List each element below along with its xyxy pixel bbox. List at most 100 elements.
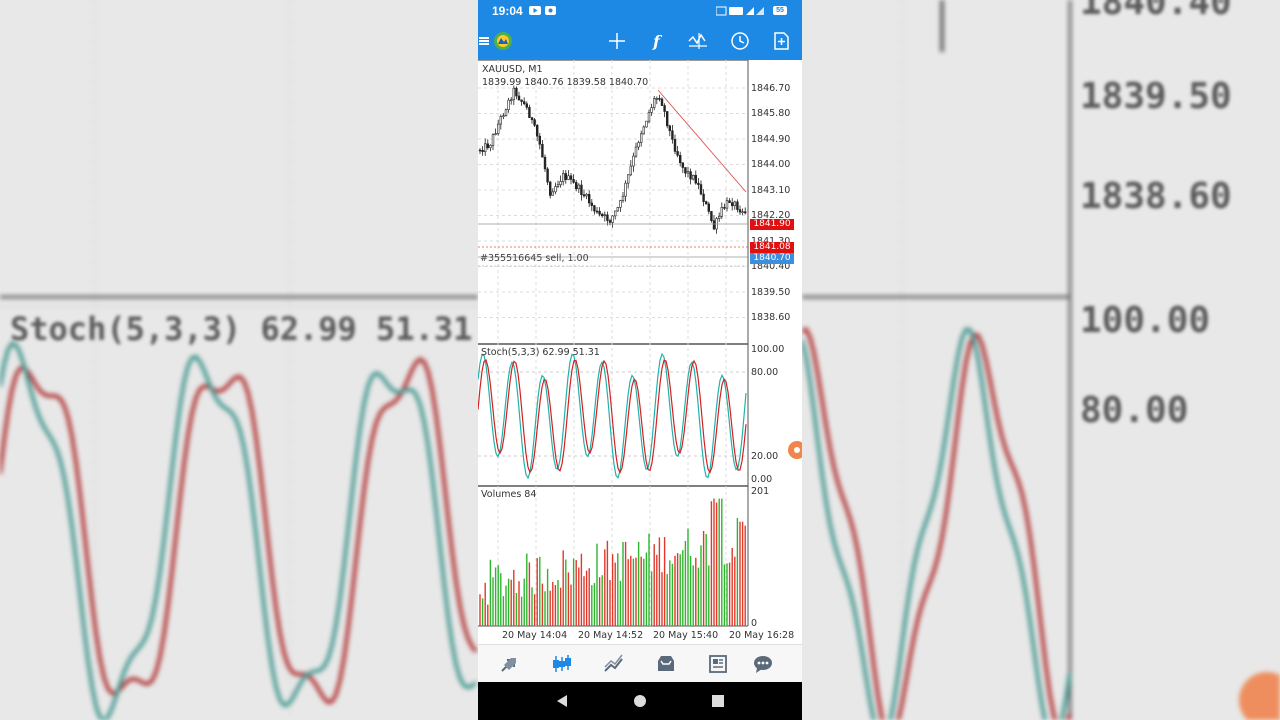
volume-bar <box>715 502 718 626</box>
candle <box>653 98 656 108</box>
price-axis-label: 1843.10 <box>751 185 791 196</box>
volume-bar <box>593 583 596 626</box>
volume-bar <box>617 553 619 626</box>
volume-bar <box>624 541 627 626</box>
volume-bar <box>500 573 502 626</box>
stoch-axis-label: 20.00 <box>751 451 779 462</box>
recents-button[interactable] <box>711 694 725 708</box>
candle <box>718 215 721 219</box>
candle <box>619 200 622 208</box>
volume-bar <box>648 533 650 626</box>
candle <box>684 167 687 174</box>
symbol-label: XAUUSD, M1 <box>482 64 543 75</box>
candle <box>673 139 677 152</box>
notification-icons <box>529 6 556 15</box>
candle <box>559 181 562 186</box>
candle <box>577 184 581 190</box>
volume-bar <box>596 543 598 626</box>
candle <box>697 182 700 185</box>
background-price-label-3: 1838.60 <box>1080 176 1232 217</box>
volume-bar <box>487 604 489 626</box>
price-axis-label: 1844.00 <box>751 159 791 170</box>
candle <box>681 162 684 168</box>
candle <box>489 145 492 149</box>
volume-bar <box>637 541 640 626</box>
volume-bar <box>728 562 731 626</box>
candle <box>720 207 723 217</box>
ohlc-label: 1839.99 1840.76 1839.58 1840.70 <box>482 77 649 88</box>
candle <box>593 205 596 212</box>
function-icon[interactable]: f <box>647 30 669 52</box>
candle <box>525 103 529 108</box>
volume-bar <box>546 568 549 626</box>
volume-bar <box>518 581 520 626</box>
order-label[interactable]: #355516645 sell, 1.00 <box>480 253 589 264</box>
candle <box>564 173 568 180</box>
volume-bar <box>640 556 642 626</box>
candle <box>541 143 544 158</box>
volume-bar <box>635 557 637 626</box>
timeframe-icon[interactable] <box>729 30 751 52</box>
volume-bar <box>611 554 614 626</box>
candle <box>494 133 497 135</box>
chat-icon[interactable] <box>752 653 774 675</box>
news-icon[interactable] <box>707 653 729 675</box>
candle <box>507 99 510 111</box>
volume-bar <box>609 579 611 626</box>
crosshair-icon[interactable] <box>606 30 628 52</box>
candle <box>647 112 651 122</box>
volume-bar <box>744 525 746 626</box>
price-axis-label: 1838.60 <box>751 312 791 323</box>
candle <box>637 142 640 148</box>
quotes-icon[interactable] <box>499 653 521 675</box>
stoch-axis-label: 0.00 <box>751 474 773 485</box>
account-icon[interactable] <box>492 30 514 52</box>
background-stoch-label: Stoch(5,3,3) 62.99 51.31 <box>10 310 473 348</box>
volume-bar <box>663 537 666 626</box>
volume-bar <box>661 572 663 626</box>
volume-bar <box>580 553 583 626</box>
candle <box>621 195 625 201</box>
volume-bar <box>721 498 723 626</box>
volume-bar <box>601 575 603 626</box>
candle <box>728 200 731 204</box>
status-bar: 19:04 55 <box>478 0 802 22</box>
candle <box>509 99 513 102</box>
volume-bar <box>684 540 687 626</box>
candle <box>590 202 594 206</box>
history-icon[interactable] <box>655 653 677 675</box>
candle <box>496 123 500 134</box>
candle <box>595 210 599 213</box>
candle <box>515 87 518 97</box>
candle <box>606 214 609 221</box>
back-button[interactable] <box>555 694 569 708</box>
volume-bar <box>741 521 744 626</box>
candle <box>676 151 679 156</box>
candle <box>491 134 495 146</box>
trade-icon[interactable] <box>603 653 625 675</box>
candle <box>650 107 653 113</box>
chart-area[interactable]: XAUUSD, M1 1839.99 1840.76 1839.58 1840.… <box>478 60 802 644</box>
candle <box>538 135 542 145</box>
chart-icon[interactable] <box>551 653 573 675</box>
volume-bar <box>578 567 580 626</box>
candle <box>712 220 716 230</box>
volume-bar <box>513 569 515 626</box>
candle <box>588 194 591 204</box>
candle <box>522 101 526 105</box>
candle <box>554 186 557 193</box>
volume-bar <box>572 558 575 626</box>
volume-bar <box>734 556 736 626</box>
objects-icon[interactable] <box>687 30 709 52</box>
volume-bar <box>526 553 528 626</box>
candle <box>598 210 601 215</box>
home-button[interactable] <box>633 694 647 708</box>
candle <box>699 184 703 195</box>
floating-trade-button[interactable] <box>788 441 802 459</box>
volume-bar <box>489 559 492 626</box>
new-order-icon[interactable] <box>770 30 792 52</box>
candle <box>627 174 630 184</box>
volume-bar <box>632 558 635 626</box>
bottom-nav <box>478 644 802 683</box>
volume-bar <box>533 594 536 626</box>
